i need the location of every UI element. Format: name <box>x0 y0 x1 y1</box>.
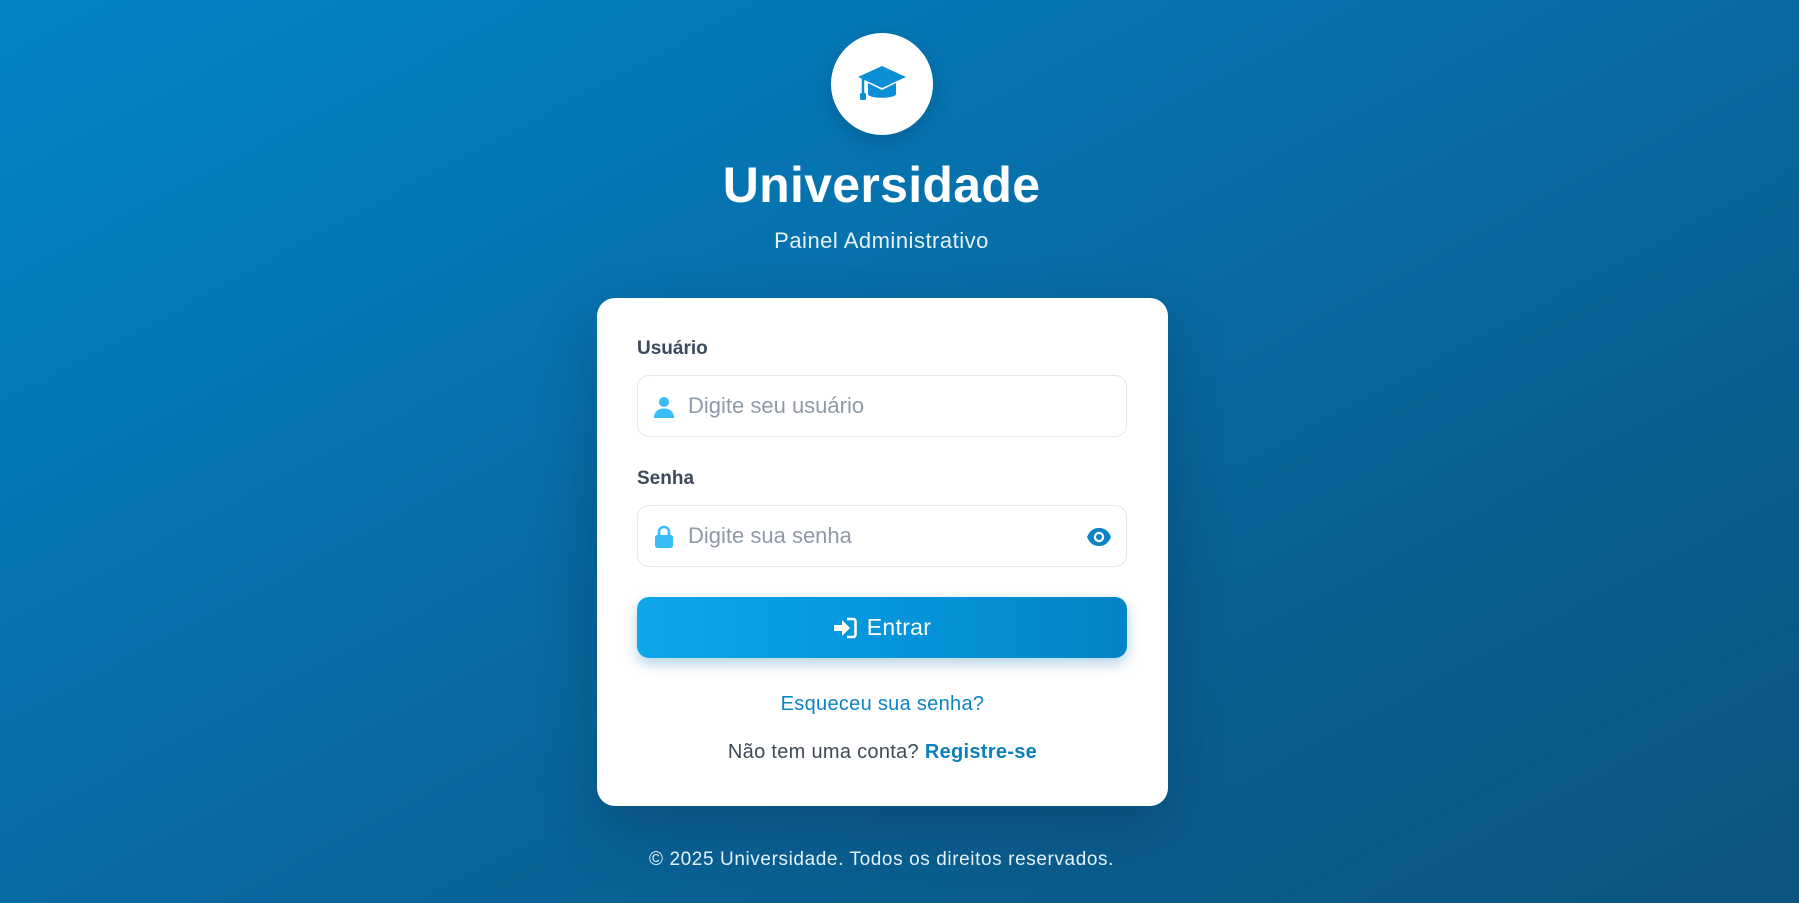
register-row: Não tem uma conta? Registre-se <box>597 741 1168 764</box>
forgot-password-link[interactable]: Esqueceu sua senha? <box>597 693 1168 716</box>
login-button-label: Entrar <box>866 614 932 640</box>
login-button[interactable]: Entrar <box>637 597 1127 658</box>
sign-in-icon <box>833 617 857 638</box>
user-icon <box>654 397 674 418</box>
app-subtitle: Painel Administrativo <box>774 228 989 253</box>
graduation-cap-icon <box>858 66 906 100</box>
password-label: Senha <box>637 468 695 489</box>
username-label: Usuário <box>637 338 708 359</box>
username-field[interactable] <box>637 375 1127 437</box>
eye-icon[interactable] <box>1086 525 1112 549</box>
register-prompt: Não tem uma conta? <box>727 741 919 763</box>
app-title: Universidade <box>722 157 1041 213</box>
password-field[interactable] <box>637 505 1127 567</box>
password-input[interactable] <box>688 506 1068 566</box>
register-link[interactable]: Registre-se <box>925 741 1037 763</box>
username-input[interactable] <box>688 376 1068 436</box>
footer-copyright: © 2025 Universidade. Todos os direitos r… <box>648 849 1115 870</box>
lock-icon <box>655 525 673 548</box>
logo <box>831 33 933 135</box>
login-card: Usuário Senha Entrar Esqueceu sua senha?… <box>597 298 1168 806</box>
